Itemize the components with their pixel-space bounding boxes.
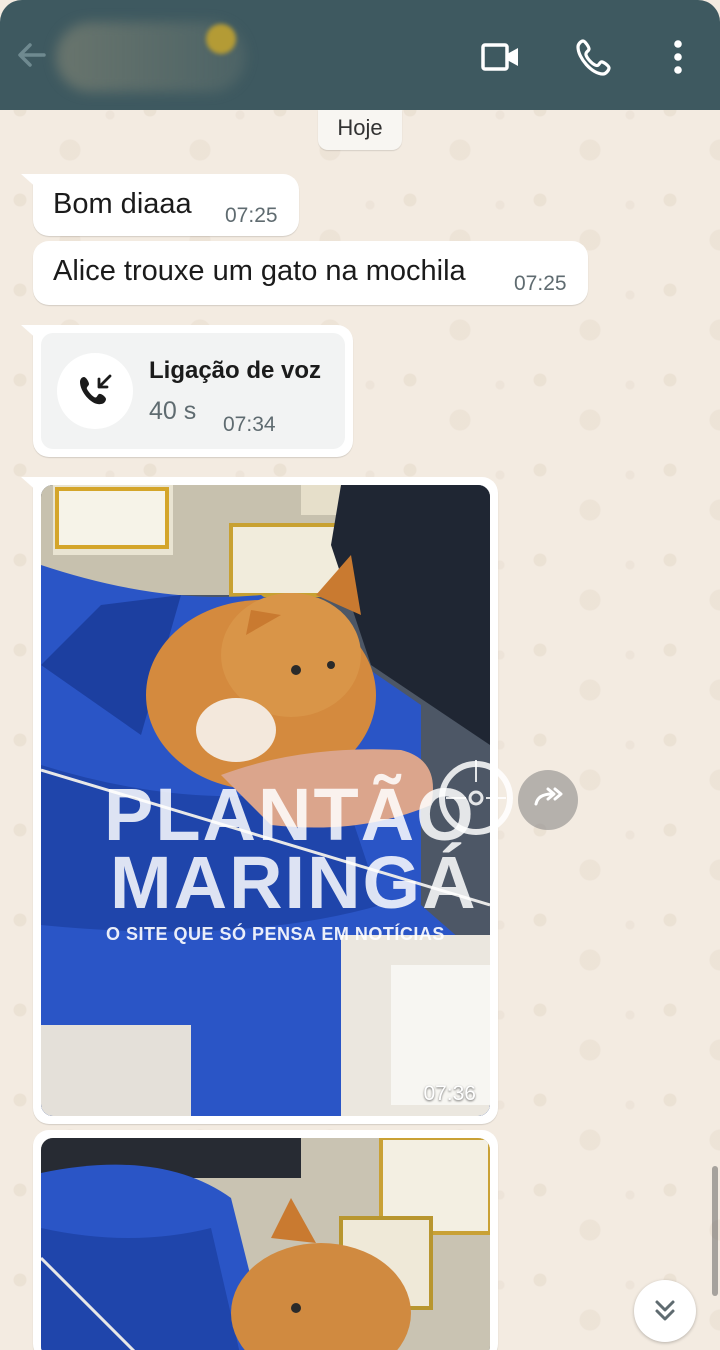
message-time: 07:25	[225, 204, 278, 227]
call-duration: 40 s	[149, 397, 197, 425]
forward-button[interactable]	[518, 770, 578, 830]
call-time: 07:34	[223, 413, 276, 436]
video-call-icon[interactable]	[480, 36, 522, 78]
bubble-tail	[21, 325, 39, 341]
voice-call-message[interactable]: Ligação de voz 40 s 07:34	[21, 325, 353, 457]
contact-emoji-blurred	[206, 24, 236, 54]
incoming-message[interactable]: Bom diaaa 07:25	[21, 174, 299, 236]
bubble-tail	[21, 477, 39, 493]
back-arrow-icon[interactable]	[14, 38, 48, 72]
more-vertical-icon[interactable]	[657, 36, 699, 78]
photo-kitten-in-backpack[interactable]: 07:36	[41, 485, 490, 1116]
incoming-message[interactable]: Alice trouxe um gato na mochila 07:25	[33, 241, 588, 305]
photo-kitten-in-backpack-2[interactable]	[41, 1138, 490, 1350]
photo-time: 07:36	[423, 1082, 476, 1105]
call-card[interactable]: Ligação de voz 40 s 07:34	[41, 333, 345, 449]
phone-call-icon[interactable]	[574, 36, 616, 78]
message-text: Alice trouxe um gato na mochila	[53, 255, 466, 287]
scrollbar[interactable]	[712, 1166, 718, 1296]
date-divider: Hoje	[318, 110, 402, 150]
bubble-tail	[21, 174, 39, 190]
double-chevron-down-icon	[655, 1300, 675, 1321]
photo-message[interactable]: 07:36	[21, 477, 498, 1124]
incoming-call-icon	[57, 353, 133, 429]
message-time: 07:25	[514, 272, 567, 295]
forward-icon	[534, 787, 563, 806]
chat-header	[0, 0, 720, 110]
scroll-to-bottom-button[interactable]	[634, 1280, 696, 1342]
message-text: Bom diaaa	[53, 188, 192, 220]
call-title: Ligação de voz	[149, 357, 322, 384]
photo-message[interactable]	[33, 1130, 498, 1350]
